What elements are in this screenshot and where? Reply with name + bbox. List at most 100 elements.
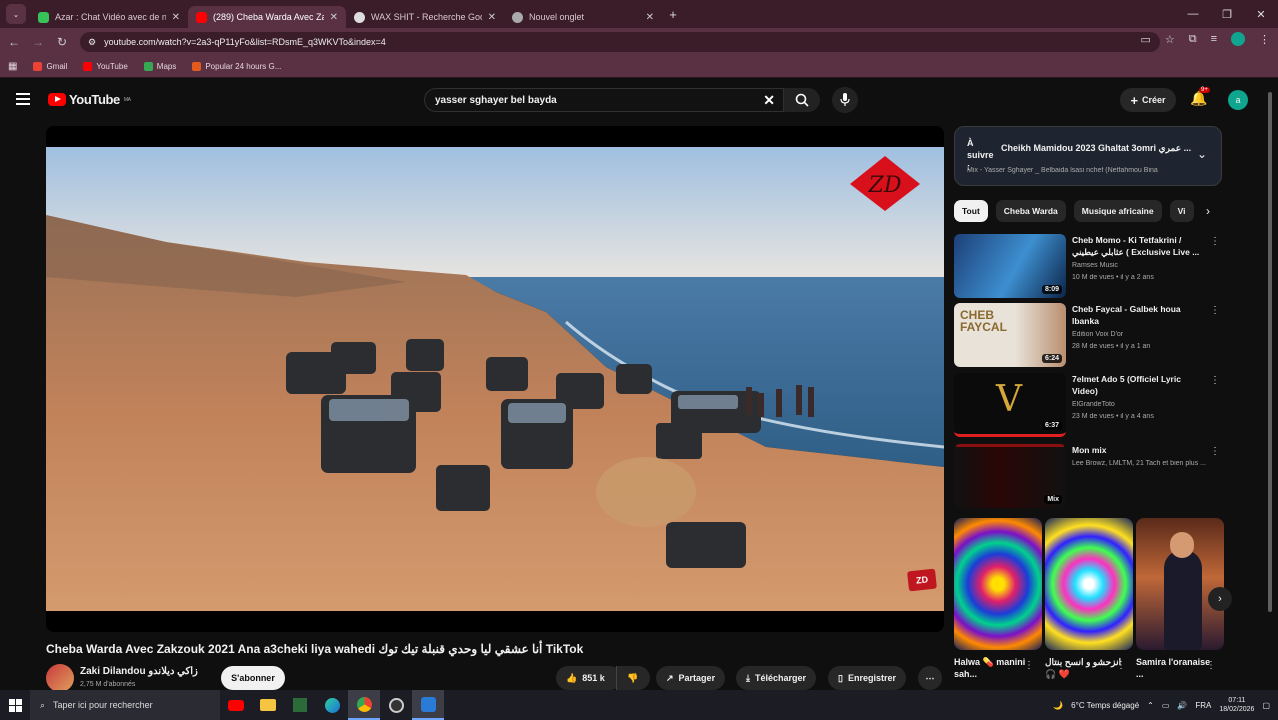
language-indicator[interactable]: FRA [1195,701,1211,710]
recommendation-item[interactable]: CHEB FAYCAL 6:24 Cheb Faycal - Galbek ho… [954,303,1222,367]
close-tab-icon[interactable]: ✕ [330,12,338,23]
bookmark-maps[interactable]: Maps [143,62,176,71]
channel-name[interactable]: Zaki Dilandou زاكي ديلاندو [80,666,198,677]
notifications-button[interactable]: 🔔 9+ [1190,87,1210,107]
create-button[interactable]: + Créer [1120,88,1176,112]
up-next-panel[interactable]: À suivre : Cheikh Mamidou 2023 Ghaltat 3… [954,126,1222,186]
reload-icon[interactable]: ↻ [50,35,74,49]
video-frame[interactable] [46,147,944,611]
video-title: Cheba Warda Avec Zakzouk 2021 Ana a3chek… [46,642,584,656]
tab-azar[interactable]: Azar : Chat Vidéo avec de nouv ✕ [30,6,188,28]
tab-google[interactable]: WAX SHIT - Recherche Google ✕ [346,6,504,28]
clock-date: 18/02/2026 [1219,706,1255,713]
file-explorer-icon[interactable] [252,690,284,720]
windows-start-icon[interactable] [0,690,30,720]
tab-youtube[interactable]: (289) Cheba Warda Avec Zakzo ✕ [188,6,346,28]
shorts-next-icon[interactable]: › [1208,587,1232,611]
dislike-button[interactable]: 👎 [616,666,650,690]
account-avatar[interactable]: a [1228,90,1248,110]
scrollbar-thumb[interactable] [1268,92,1272,612]
save-button[interactable]: ▯ Enregistrer [828,666,906,690]
menu-hamburger-icon[interactable] [16,93,30,105]
more-options-icon[interactable]: ⋮ [1206,660,1216,671]
youtube-taskbar-icon[interactable] [220,690,252,720]
chips-next-icon[interactable]: › [1196,200,1220,222]
new-tab-button[interactable]: + [662,7,684,22]
tab-title: WAX SHIT - Recherche Google [371,12,482,22]
youtube-logo[interactable]: YouTube MA [48,92,131,107]
url-bar[interactable]: ⚙ youtube.com/watch?v=2a3-qP11yFo&list=R… [80,32,1160,52]
volume-icon[interactable]: 🔊 [1177,701,1187,710]
site-info-icon[interactable]: ⚙ [88,37,96,48]
close-window-icon[interactable]: ✕ [1244,0,1278,28]
bookmark-youtube[interactable]: YouTube [83,62,128,71]
subscribe-button[interactable]: S'abonner [221,666,285,690]
recommendation-item[interactable]: V 6:37 7elmet Ado 5 (Officiel Lyric Vide… [954,373,1222,437]
bookmark-gmail[interactable]: Gmail [33,62,67,71]
clear-search-icon[interactable]: ✕ [763,92,775,109]
chip-cheba-warda[interactable]: Cheba Warda [995,200,1066,222]
chip-all[interactable]: Tout [954,200,988,222]
close-tab-icon[interactable]: ✕ [488,12,496,23]
app-icon-blue[interactable] [412,690,444,720]
voice-search-button[interactable] [832,87,858,113]
zd-logo: ZD [850,156,920,211]
forward-icon[interactable]: → [26,35,50,49]
tab-new[interactable]: Nouvel onglet ✕ [504,6,662,28]
taskbar-search[interactable]: ⌕ Taper ici pour rechercher [30,690,220,720]
apps-grid-icon[interactable]: ▦ [8,61,17,72]
more-options-icon[interactable]: ⋮ [1210,446,1220,457]
chip-more[interactable]: Vi [1169,200,1194,222]
more-actions-button[interactable]: ⋯ [918,666,942,690]
clock[interactable]: 07:11 18/02/2026 [1219,696,1254,714]
weather-text[interactable]: 6°C Temps dégagé [1071,701,1139,710]
chevron-down-icon[interactable]: ⌄ [1197,147,1207,161]
mix-thumbnail[interactable]: Mix [954,444,1066,508]
subscriber-count: 2,75 M d'abonnés [80,681,136,688]
close-tab-icon[interactable]: ✕ [646,12,654,23]
recommendation-item[interactable]: 8:09 Cheb Momo - Ki Tetfakrini / عثابلي … [954,234,1222,298]
network-icon[interactable]: ▭ [1162,701,1170,710]
short-thumbnail[interactable] [1045,518,1133,650]
terminal-icon[interactable] [284,690,316,720]
more-options-icon[interactable]: ⋮ [1210,236,1220,247]
profile-icon[interactable] [1231,32,1245,46]
close-tab-icon[interactable]: ✕ [172,12,180,23]
short-thumbnail[interactable] [1136,518,1224,650]
bookmark-popular[interactable]: Popular 24 hours G... [192,62,281,71]
video-player[interactable]: ZD ZD [46,126,944,632]
search-input[interactable]: yasser sghayer bel bayda ✕ [424,88,784,112]
extensions-icon[interactable]: ⧉ [1189,33,1197,46]
video-thumbnail[interactable]: 8:09 [954,234,1066,298]
page-scrollbar[interactable] [1268,92,1272,690]
back-icon[interactable]: ← [2,35,26,49]
url-text: youtube.com/watch?v=2a3-qP11yFo&list=RDs… [104,37,386,47]
app-icon[interactable] [380,690,412,720]
share-icon: ↗ [666,672,674,683]
edge-icon[interactable] [316,690,348,720]
short-thumbnail[interactable] [954,518,1042,650]
chrome-taskbar-icon[interactable] [348,690,380,720]
search-button[interactable] [784,88,820,112]
tab-search-button[interactable]: ⌄ [6,4,26,24]
cast-icon[interactable]: ▭ [1140,33,1150,46]
like-button[interactable]: 👍 851 k [556,666,622,690]
bookmark-star-icon[interactable]: ☆ [1165,33,1175,46]
more-options-icon[interactable]: ⋮ [1210,375,1220,386]
video-thumbnail[interactable]: CHEB FAYCAL 6:24 [954,303,1066,367]
chip-african-music[interactable]: Musique africaine [1073,200,1162,222]
notification-center-icon[interactable]: ▢ [1262,701,1270,710]
tray-arrow-icon[interactable]: ⌃ [1147,701,1154,710]
minimize-icon[interactable]: — [1176,0,1210,28]
more-options-icon[interactable]: ⋮ [1024,660,1034,671]
restore-icon[interactable]: ❐ [1210,0,1244,28]
download-button[interactable]: ⤓ Télécharger [736,666,817,690]
menu-icon[interactable]: ⋮ [1259,33,1270,46]
more-options-icon[interactable]: ⋮ [1210,305,1220,316]
reading-list-icon[interactable]: ≡ [1211,33,1217,45]
video-thumbnail[interactable]: V 6:37 [954,373,1066,437]
more-options-icon[interactable]: ⋮ [1116,660,1126,671]
recommendation-item[interactable]: Mix Mon mix Lee Browz, LMLTM, 21 Tach et… [954,444,1222,508]
channel-avatar[interactable] [46,664,74,692]
share-button[interactable]: ↗ Partager [656,666,726,690]
